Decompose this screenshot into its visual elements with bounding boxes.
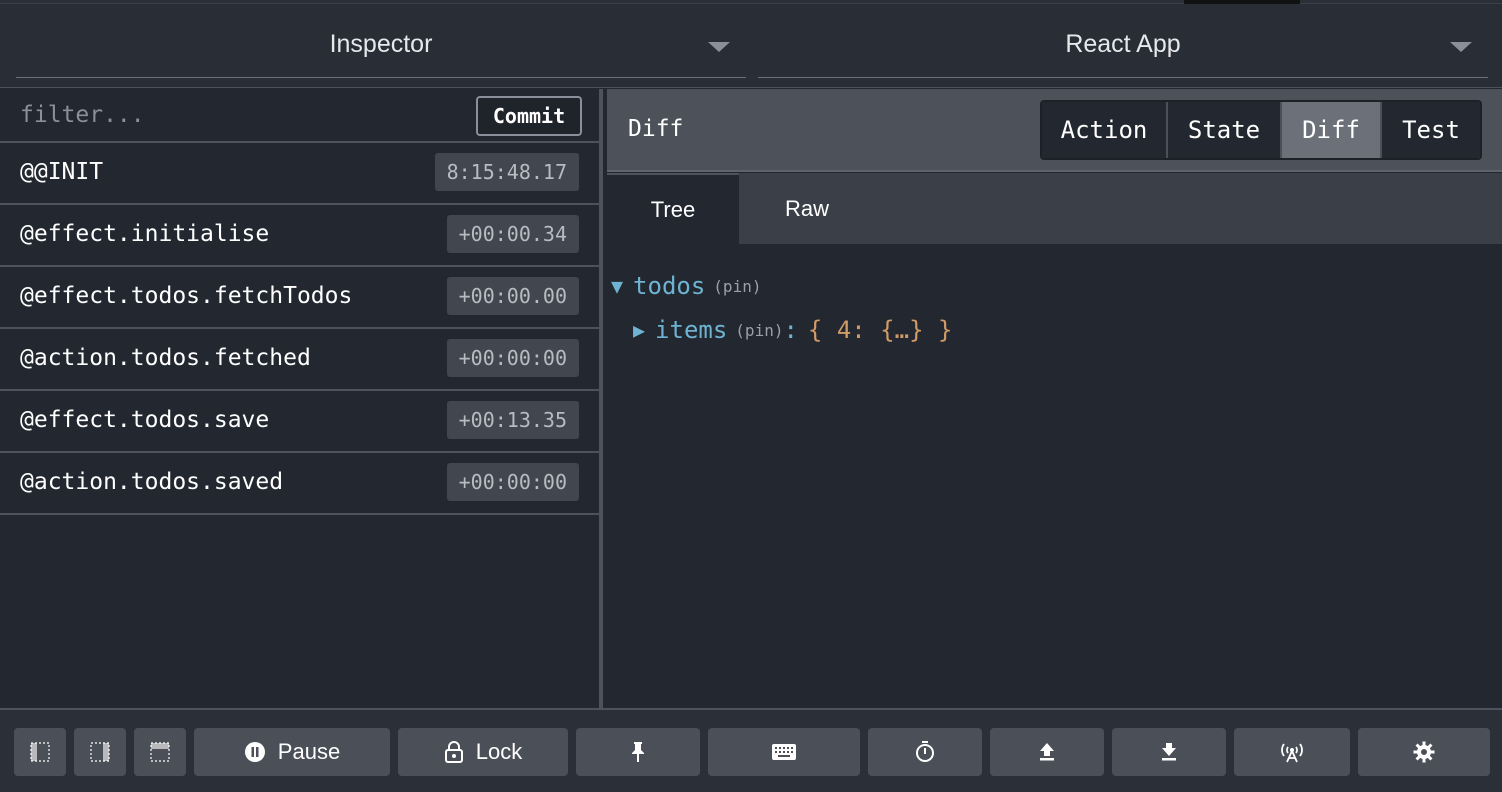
- upload-icon: [1040, 743, 1054, 761]
- action-name: @@INIT: [20, 159, 104, 185]
- lock-button[interactable]: Lock: [398, 728, 568, 776]
- dock-right-button[interactable]: [134, 728, 186, 776]
- filter-input[interactable]: [0, 89, 470, 141]
- action-time-badge: +00:00:00: [446, 339, 579, 377]
- keyboard-icon: [772, 744, 796, 760]
- diff-tree: ▼ todos (pin) ▶ items (pin) : { 4: {…} }: [607, 264, 1502, 352]
- subtab-raw[interactable]: Raw: [741, 173, 873, 244]
- filter-row: Commit: [0, 89, 599, 143]
- lock-icon: [444, 741, 463, 763]
- tree-colon: :: [783, 316, 798, 344]
- header-bar: Inspector React App: [0, 4, 1502, 88]
- lock-label: Lock: [475, 739, 523, 764]
- pin-button[interactable]: [576, 728, 700, 776]
- tab-test[interactable]: Test: [1382, 102, 1480, 158]
- expanded-arrow-icon[interactable]: ▼: [611, 274, 623, 298]
- tree-value: { 4: {…} }: [807, 316, 953, 344]
- action-item[interactable]: @action.todos.saved +00:00:00: [0, 453, 599, 515]
- action-item[interactable]: @effect.initialise +00:00.34: [0, 205, 599, 267]
- pause-label: Pause: [277, 739, 341, 764]
- dock-bottom-icon: [90, 742, 110, 762]
- action-item[interactable]: @effect.todos.save +00:13.35: [0, 391, 599, 453]
- tab-state[interactable]: State: [1168, 102, 1282, 158]
- stopwatch-button[interactable]: [868, 728, 982, 776]
- collapsed-arrow-icon[interactable]: ▶: [633, 318, 645, 342]
- keyboard-button[interactable]: [708, 728, 860, 776]
- action-item[interactable]: @action.todos.fetched +00:00:00: [0, 329, 599, 391]
- action-time-badge: +00:13.35: [446, 401, 579, 439]
- pin-link[interactable]: (pin): [735, 321, 783, 340]
- dock-right-icon: [150, 742, 170, 762]
- action-time-badge: +00:00:00: [446, 463, 579, 501]
- tab-action[interactable]: Action: [1042, 102, 1168, 158]
- action-time-badge: +00:00.34: [446, 215, 579, 253]
- upload-button[interactable]: [990, 728, 1104, 776]
- instance-select-label: React App: [1065, 30, 1181, 58]
- monitor-select[interactable]: Inspector: [16, 12, 746, 78]
- stopwatch-icon: [916, 741, 934, 762]
- download-icon: [1162, 743, 1176, 761]
- action-item[interactable]: @effect.todos.fetchTodos +00:00.00: [0, 267, 599, 329]
- pin-link[interactable]: (pin): [713, 277, 761, 296]
- bottom-toolbar: Pause Lock: [0, 708, 1502, 792]
- download-button[interactable]: [1112, 728, 1226, 776]
- tab-diff[interactable]: Diff: [1282, 102, 1382, 158]
- action-name: @effect.todos.fetchTodos: [20, 283, 353, 309]
- action-time-badge: 8:15:48.17: [434, 153, 579, 191]
- inspector-tabs: Action State Diff Test: [1040, 100, 1482, 160]
- action-list-pane: Commit @@INIT 8:15:48.17 @effect.initial…: [0, 89, 603, 708]
- action-name: @effect.todos.save: [20, 407, 270, 433]
- chevron-down-icon: [708, 42, 730, 52]
- pause-button[interactable]: Pause: [194, 728, 390, 776]
- action-name: @effect.initialise: [20, 221, 270, 247]
- view-subtabs: Tree Raw: [607, 173, 1502, 244]
- gear-icon: [1413, 741, 1435, 763]
- subtab-tree[interactable]: Tree: [607, 173, 739, 244]
- dock-left-icon: [30, 742, 50, 762]
- inspector-title: Diff: [628, 116, 684, 142]
- tree-node-items[interactable]: ▶ items (pin) : { 4: {…} }: [607, 308, 1502, 352]
- inspector-header: Diff Action State Diff Test: [607, 89, 1502, 172]
- action-time-badge: +00:00.00: [446, 277, 579, 315]
- tree-key: items: [655, 316, 728, 344]
- settings-button[interactable]: [1358, 728, 1490, 776]
- tree-node-todos[interactable]: ▼ todos (pin): [607, 264, 1502, 308]
- inspector-pane: Diff Action State Diff Test Tree Raw ▼ t…: [607, 89, 1502, 708]
- commit-button[interactable]: Commit: [476, 96, 582, 136]
- tree-key: todos: [633, 272, 706, 300]
- monitor-select-label: Inspector: [329, 30, 433, 58]
- remote-antenna-icon: [1281, 743, 1303, 763]
- action-name: @action.todos.fetched: [20, 345, 311, 371]
- pause-icon: [244, 742, 265, 762]
- dock-left-button[interactable]: [14, 728, 66, 776]
- instance-select[interactable]: React App: [758, 12, 1488, 78]
- remote-button[interactable]: [1234, 728, 1350, 776]
- pin-icon: [632, 742, 644, 762]
- action-name: @action.todos.saved: [20, 469, 284, 495]
- chevron-down-icon: [1450, 42, 1472, 52]
- action-item[interactable]: @@INIT 8:15:48.17: [0, 143, 599, 205]
- dock-bottom-button[interactable]: [74, 728, 126, 776]
